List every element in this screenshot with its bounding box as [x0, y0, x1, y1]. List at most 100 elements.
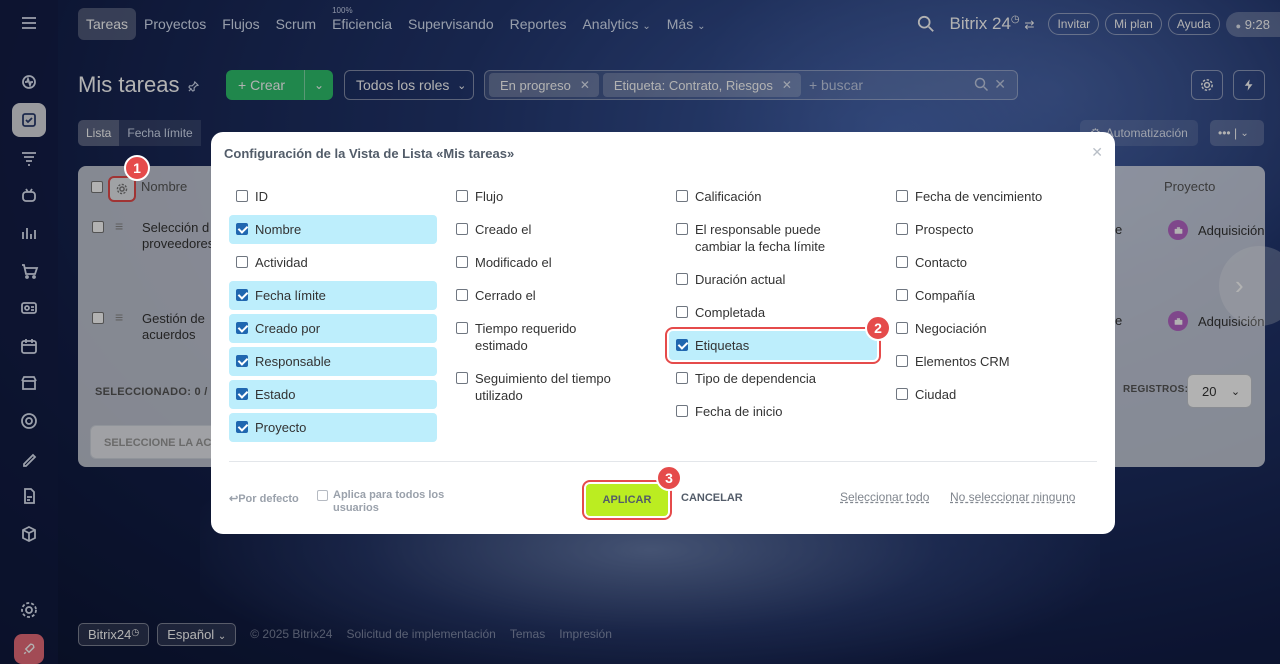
dialog-title: Configuración de la Vista de Lista «Mis …	[224, 146, 515, 161]
field-label: Fecha límite	[255, 288, 326, 303]
undo-icon: ↩	[229, 493, 239, 505]
checkbox[interactable]	[676, 405, 688, 417]
field-label: Etiquetas	[695, 338, 750, 353]
field-label: Nombre	[255, 222, 302, 237]
field-option[interactable]: Negociación	[889, 314, 1097, 343]
field-label: Elementos CRM	[915, 354, 1010, 369]
field-option[interactable]: Proyecto	[229, 413, 437, 442]
field-option[interactable]: Creado por	[229, 314, 437, 343]
checkbox[interactable]	[896, 388, 908, 400]
field-label: Ciudad	[915, 387, 957, 402]
field-label: Tipo de dependencia	[695, 371, 816, 386]
field-label: Completada	[695, 305, 766, 320]
checkbox[interactable]	[676, 306, 688, 318]
checkbox[interactable]	[236, 190, 248, 202]
field-option-tags[interactable]: Etiquetas	[665, 327, 881, 364]
field-option[interactable]: ID	[229, 182, 437, 211]
fields-column-4: Fecha de vencimiento Prospecto Contacto …	[889, 182, 1097, 413]
field-label: Negociación	[915, 321, 987, 336]
fields-column-3: Calificación El responsable puede cambia…	[665, 182, 881, 430]
close-icon[interactable]: ✕	[1091, 144, 1103, 161]
field-label: Calificación	[695, 189, 762, 204]
apply-all-label: Aplica para todos los usuarios	[333, 489, 445, 514]
checkbox[interactable]	[456, 256, 468, 268]
field-option[interactable]: Creado el	[449, 215, 657, 244]
field-label: Responsable	[255, 354, 331, 369]
field-option[interactable]: Contacto	[889, 248, 1097, 277]
reset-default-link[interactable]: ↩Por defecto	[229, 492, 299, 505]
field-option[interactable]: Prospecto	[889, 215, 1097, 244]
default-label: Por defecto	[238, 493, 299, 505]
step-badge-1: 1	[124, 155, 150, 181]
field-option[interactable]: Duración actual	[669, 265, 877, 294]
checkbox[interactable]	[236, 289, 248, 301]
field-label: Compañía	[915, 288, 975, 303]
field-label: Creado el	[475, 222, 532, 237]
field-label: Contacto	[915, 255, 968, 270]
field-label: Flujo	[475, 189, 504, 204]
field-option[interactable]: Ciudad	[889, 380, 1097, 409]
checkbox[interactable]	[676, 273, 688, 285]
step-badge-2: 2	[865, 315, 891, 341]
checkbox[interactable]	[896, 223, 908, 235]
field-label: ID	[255, 189, 268, 204]
apply-all-users-checkbox[interactable]: Aplica para todos los usuarios	[317, 489, 458, 515]
checkbox[interactable]	[896, 355, 908, 367]
checkbox[interactable]	[317, 490, 328, 501]
field-option[interactable]: Flujo	[449, 182, 657, 211]
checkbox[interactable]	[236, 256, 248, 268]
fields-column-2: Flujo Creado el Modificado el Cerrado el…	[449, 182, 657, 414]
checkbox[interactable]	[896, 256, 908, 268]
dialog-divider	[229, 461, 1097, 462]
checkbox[interactable]	[236, 322, 248, 334]
checkbox[interactable]	[676, 372, 688, 384]
checkbox[interactable]	[236, 223, 248, 235]
field-option[interactable]: Actividad	[229, 248, 437, 277]
fields-column-1: ID Nombre Actividad Fecha límite Creado …	[229, 182, 437, 446]
field-option[interactable]: Fecha de inicio	[669, 397, 877, 426]
checkbox[interactable]	[456, 223, 468, 235]
checkbox[interactable]	[896, 190, 908, 202]
select-all-link[interactable]: Seleccionar todo	[840, 490, 929, 504]
field-option[interactable]: Cerrado el	[449, 281, 657, 310]
checkbox[interactable]	[896, 289, 908, 301]
field-label: El responsable puede cambiar la fecha lí…	[695, 222, 826, 254]
field-label: Actividad	[255, 255, 308, 270]
checkbox[interactable]	[456, 190, 468, 202]
field-label: Proyecto	[255, 420, 307, 435]
step-badge-3: 3	[656, 465, 682, 491]
field-option[interactable]: El responsable puede cambiar la fecha lí…	[669, 215, 844, 261]
field-option[interactable]: Tipo de dependencia	[669, 364, 877, 393]
field-label: Modificado el	[475, 255, 552, 270]
field-option[interactable]: Estado	[229, 380, 437, 409]
checkbox[interactable]	[676, 339, 688, 351]
field-option[interactable]: Tiempo requerido estimado	[449, 314, 624, 360]
field-option[interactable]: Fecha límite	[229, 281, 437, 310]
field-option[interactable]: Fecha de vencimiento	[889, 182, 1097, 211]
checkbox[interactable]	[236, 355, 248, 367]
field-option[interactable]: Completada	[669, 298, 877, 327]
field-option[interactable]: Compañía	[889, 281, 1097, 310]
field-option[interactable]: Calificación	[669, 182, 877, 211]
checkbox[interactable]	[236, 388, 248, 400]
checkbox[interactable]	[456, 289, 468, 301]
field-option[interactable]: Responsable	[229, 347, 437, 376]
field-label: Seguimiento del tiempo utilizado	[475, 371, 611, 403]
select-none-link[interactable]: No seleccionar ninguno	[950, 490, 1075, 504]
cancel-button[interactable]: CANCELAR	[681, 492, 743, 504]
field-option[interactable]: Seguimiento del tiempo utilizado	[449, 364, 624, 410]
checkbox[interactable]	[456, 372, 468, 384]
checkbox[interactable]	[456, 322, 468, 334]
apply-button[interactable]: APLICAR	[582, 480, 672, 520]
field-option[interactable]: Elementos CRM	[889, 347, 1097, 376]
checkbox[interactable]	[236, 421, 248, 433]
field-label: Fecha de inicio	[695, 404, 783, 419]
field-label: Estado	[255, 387, 296, 402]
checkbox[interactable]	[896, 322, 908, 334]
checkbox[interactable]	[676, 190, 688, 202]
checkbox[interactable]	[676, 223, 688, 235]
field-label: Prospecto	[915, 222, 974, 237]
field-option[interactable]: Modificado el	[449, 248, 657, 277]
field-label: Fecha de vencimiento	[915, 189, 1043, 204]
field-option[interactable]: Nombre	[229, 215, 437, 244]
